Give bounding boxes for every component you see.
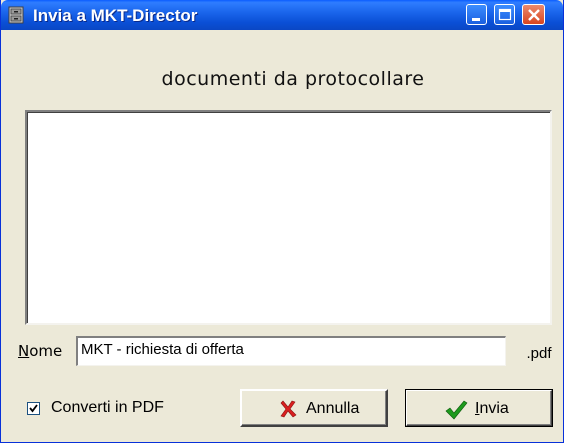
send-button-label: Invia [475, 400, 509, 418]
maximize-icon [498, 8, 512, 21]
title-bar[interactable]: Invia a MKT-Director [1, 0, 563, 30]
cancel-button-label: Annulla [306, 400, 360, 417]
convert-pdf-checkbox[interactable] [27, 402, 40, 415]
send-button[interactable]: Invia [405, 389, 553, 427]
send-label-rest: nvia [479, 400, 509, 417]
minimize-button[interactable] [466, 4, 487, 25]
name-label-accesskey: N [18, 342, 30, 360]
maximize-button[interactable] [494, 4, 515, 25]
green-check-icon [444, 399, 468, 426]
name-label-rest: ome [29, 342, 63, 360]
red-x-icon [278, 399, 298, 424]
cancel-button[interactable]: Annulla [240, 389, 388, 427]
documents-header: documenti da protocollare [161, 68, 425, 90]
close-icon [528, 9, 540, 21]
window-title: Invia a MKT-Director [33, 6, 198, 25]
minimize-icon [472, 18, 480, 21]
convert-pdf-label[interactable]: Converti in PDF [51, 399, 164, 417]
documents-list[interactable] [25, 110, 552, 325]
dialog-window: Invia a MKT-Director documenti da protoc… [0, 0, 564, 443]
checkmark-icon [29, 404, 38, 413]
cabinet-icon [8, 6, 24, 24]
extension-label: .pdf [526, 345, 552, 362]
name-field[interactable]: MKT - richiesta di offerta [76, 336, 506, 366]
name-label: Nome [18, 342, 62, 360]
close-button[interactable] [522, 4, 545, 25]
